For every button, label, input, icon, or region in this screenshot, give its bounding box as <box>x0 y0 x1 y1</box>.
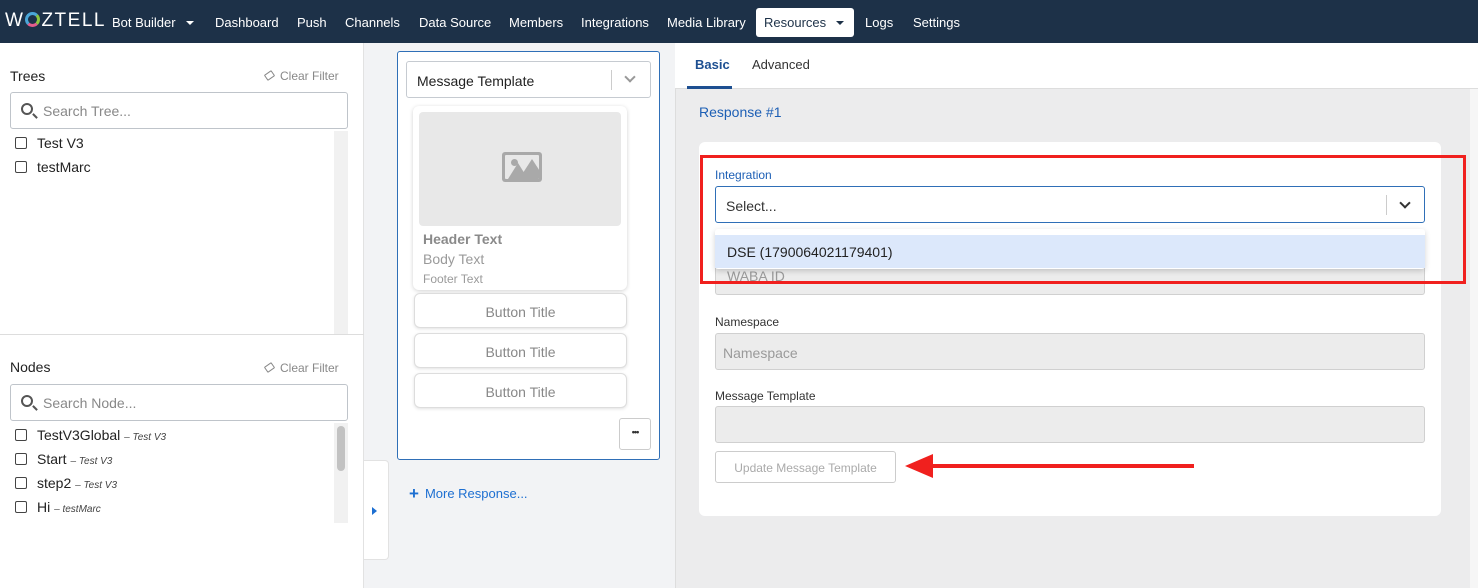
nav-channels[interactable]: Channels <box>345 15 400 30</box>
node-item[interactable]: step2 – Test V3 <box>15 475 117 491</box>
node-item[interactable]: TestV3Global – Test V3 <box>15 427 166 443</box>
trees-scrollbar[interactable] <box>334 131 348 334</box>
nav-dashboard[interactable]: Dashboard <box>215 15 279 30</box>
image-icon <box>502 152 542 182</box>
response-type-value: Message Template <box>417 73 535 89</box>
editor-scrollbar[interactable] <box>1470 89 1478 588</box>
left-panel: Trees Clear Filter Search Tree... Test V… <box>0 43 364 588</box>
tab-advanced[interactable]: Advanced <box>752 57 810 72</box>
tree-search-input[interactable]: Search Tree... <box>10 92 348 129</box>
tab-basic[interactable]: Basic <box>695 57 730 72</box>
nav-logs[interactable]: Logs <box>865 15 893 30</box>
top-navbar: W ZTELL Bot Builder Dashboard Push Channe… <box>0 0 1478 43</box>
trees-title: Trees <box>10 68 46 84</box>
tree-item[interactable]: Test V3 <box>15 135 84 151</box>
more-response-link[interactable]: + More Response... <box>409 484 528 504</box>
caret-right-icon <box>372 507 377 515</box>
active-tab-indicator <box>687 86 732 89</box>
header-image-placeholder <box>419 112 621 226</box>
more-options-button[interactable]: ••• <box>619 418 651 450</box>
checkbox[interactable] <box>15 477 27 489</box>
nav-resources[interactable]: Resources <box>756 8 854 37</box>
response-type-select[interactable]: Message Template <box>406 61 651 98</box>
response-card[interactable]: Message Template Header Text Body Text F… <box>397 51 660 460</box>
nodes-clear-filter[interactable]: Clear Filter <box>263 361 339 375</box>
select-separator <box>611 70 612 90</box>
search-icon <box>21 103 33 115</box>
template-button: Button Title <box>414 333 627 368</box>
nav-bot-builder[interactable]: Bot Builder <box>112 15 194 30</box>
chevron-down-icon <box>624 71 636 83</box>
node-item[interactable]: Start – Test V3 <box>15 451 112 467</box>
nodes-scrollbar[interactable] <box>334 423 348 523</box>
checkbox[interactable] <box>15 429 27 441</box>
nav-media-library[interactable]: Media Library <box>667 15 746 30</box>
template-preview: Header Text Body Text Footer Text <box>413 106 627 290</box>
header-text: Header Text <box>423 231 503 247</box>
node-search-input[interactable]: Search Node... <box>10 384 348 421</box>
nav-push[interactable]: Push <box>297 15 327 30</box>
checkbox[interactable] <box>15 453 27 465</box>
caret-down-icon <box>185 21 194 25</box>
woztell-logo[interactable]: W ZTELL <box>5 10 106 32</box>
node-search-placeholder: Search Node... <box>43 395 137 411</box>
tree-item[interactable]: testMarc <box>15 159 91 175</box>
search-icon <box>21 395 33 407</box>
namespace-input[interactable]: Namespace <box>715 333 1425 370</box>
body-text: Body Text <box>423 251 485 267</box>
ellipsis-icon: ••• <box>631 427 640 437</box>
nav-data-source[interactable]: Data Source <box>419 15 491 30</box>
template-button: Button Title <box>414 373 627 408</box>
eraser-icon <box>263 362 276 373</box>
nodes-title: Nodes <box>10 359 51 375</box>
footer-text: Footer Text <box>423 272 483 286</box>
panel-collapse-toggle[interactable] <box>364 460 389 560</box>
nav-settings[interactable]: Settings <box>913 15 960 30</box>
plus-icon: + <box>409 484 419 503</box>
namespace-label: Namespace <box>715 315 780 329</box>
nav-members[interactable]: Members <box>509 15 563 30</box>
panel-divider <box>0 334 364 335</box>
tree-search-placeholder: Search Tree... <box>43 103 131 119</box>
editor-tabs: Basic Advanced <box>675 43 1478 89</box>
message-template-label: Message Template <box>715 389 816 403</box>
update-message-template-button[interactable]: Update Message Template <box>715 451 896 483</box>
annotation-arrow-line <box>928 464 1194 468</box>
trees-clear-filter[interactable]: Clear Filter <box>263 69 339 83</box>
checkbox[interactable] <box>15 161 27 173</box>
node-item[interactable]: Hi – testMarc <box>15 499 101 515</box>
response-label: Response #1 <box>699 104 782 120</box>
namespace-placeholder: Namespace <box>723 345 798 361</box>
highlight-annotation-box <box>700 155 1466 284</box>
template-button: Button Title <box>414 293 627 328</box>
checkbox[interactable] <box>15 501 27 513</box>
caret-down-icon <box>836 21 845 25</box>
message-template-input[interactable] <box>715 406 1425 443</box>
nav-integrations[interactable]: Integrations <box>581 15 649 30</box>
eraser-icon <box>263 70 276 81</box>
checkbox[interactable] <box>15 137 27 149</box>
nodes-scroll-thumb[interactable] <box>337 426 345 471</box>
